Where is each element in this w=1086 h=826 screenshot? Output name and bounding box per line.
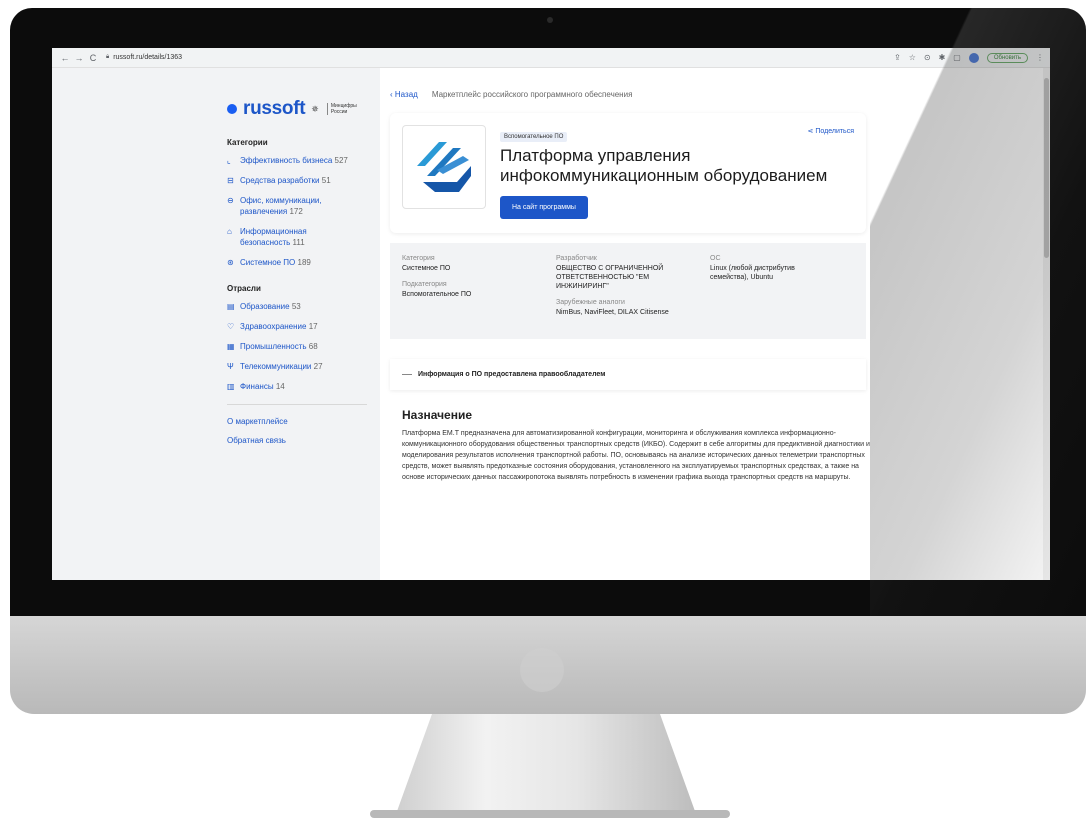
- developer-value: ОБЩЕСТВО С ОГРАНИЧЕННОЙ ОТВЕТСТВЕННОСТЬЮ…: [556, 265, 664, 290]
- stand-base: [370, 810, 730, 818]
- os-label: ОС: [710, 255, 721, 262]
- details-col-category: Категория Системное ПО Подкатегория Вспо…: [402, 255, 542, 325]
- code-window-icon: ⊟: [227, 176, 234, 185]
- category-tag[interactable]: Вспомогательное ПО: [500, 132, 568, 142]
- product-card: Вспомогательное ПО Платформа управления …: [390, 113, 866, 233]
- puzzle-icon[interactable]: ✱: [939, 53, 946, 62]
- address-bar[interactable]: 🔒︎ russoft.ru/details/1363: [106, 54, 182, 61]
- chart-icon: ⌞: [227, 156, 231, 165]
- sidebar-item-finance[interactable]: ▥ Финансы 14: [227, 381, 357, 392]
- sidepanel-icon[interactable]: ▢: [953, 53, 961, 62]
- breadcrumb: ‹ Назад Маркетплейс российского программ…: [390, 90, 1050, 99]
- share-icon: ⋖: [807, 128, 814, 135]
- industries-heading: Отрасли: [227, 284, 261, 293]
- browser-toolbar: ← → C 🔒︎ russoft.ru/details/1363 ⇪ ☆ ⊙ ✱…: [52, 48, 1050, 68]
- sidebar-item-office[interactable]: ⊖ Офис, коммуникации, развлечения 172: [227, 195, 357, 217]
- profile-avatar[interactable]: [968, 52, 979, 63]
- product-info: Вспомогательное ПО Платформа управления …: [500, 125, 840, 219]
- page: russoft ✵ Минцифры России Категории ⌞ Эфф…: [52, 68, 1050, 580]
- back-link[interactable]: ‹ Назад: [390, 90, 418, 99]
- sidebar: russoft ✵ Минцифры России Категории ⌞ Эфф…: [52, 68, 380, 580]
- developer-label: Разработчик: [556, 255, 597, 262]
- scrollbar-thumb[interactable]: [1044, 78, 1049, 258]
- url-text: russoft.ru/details/1363: [113, 54, 183, 61]
- subcategory-value: Вспомогательное ПО: [402, 291, 472, 298]
- extension-icon[interactable]: ⊙: [924, 53, 931, 62]
- lock-icon: 🔒︎: [106, 54, 110, 60]
- sidebar-item-business[interactable]: ⌞ Эффективность бизнеса 527: [227, 155, 357, 166]
- menu-kebab-icon[interactable]: ⋮: [1036, 53, 1044, 62]
- lock-icon: ⌂: [227, 227, 232, 236]
- section-title-purpose: Назначение: [402, 408, 473, 422]
- breadcrumb-marketplace[interactable]: Маркетплейс российского программного обе…: [432, 90, 633, 99]
- details-col-os: ОС Linux (любой дистрибутив семейства), …: [710, 255, 830, 325]
- reload-icon[interactable]: C: [86, 53, 100, 63]
- forward-arrow-icon[interactable]: →: [72, 53, 86, 63]
- sidebar-item-education[interactable]: ▤ Образование 53: [227, 301, 357, 312]
- browser-actions: ⇪ ☆ ⊙ ✱ ▢ Обновить ⋮: [894, 52, 1044, 63]
- camera: [547, 17, 553, 23]
- update-button[interactable]: Обновить: [986, 52, 1028, 63]
- product-details: Категория Системное ПО Подкатегория Вспо…: [390, 243, 866, 339]
- factory-icon: ▦: [227, 342, 235, 351]
- product-logo-icon: [417, 142, 471, 192]
- bookmark-star-icon[interactable]: ☆: [909, 53, 916, 62]
- antenna-icon: Ψ: [227, 362, 234, 371]
- sidebar-item-industry[interactable]: ▦ Промышленность 68: [227, 341, 357, 352]
- about-link[interactable]: О маркетплейсе: [227, 417, 380, 426]
- sidebar-divider: [227, 404, 367, 405]
- screen: ← → C 🔒︎ russoft.ru/details/1363 ⇪ ☆ ⊙ ✱…: [52, 48, 1050, 580]
- apple-logo: [520, 648, 564, 692]
- bank-icon: ▥: [227, 382, 235, 391]
- product-description: Платформа ЕМ.Т предназначена для автомат…: [402, 430, 870, 481]
- feedback-link[interactable]: Обратная связь: [227, 436, 380, 445]
- gear-icon: ⊛: [227, 258, 234, 267]
- product-title: Платформа управления инфокоммуникационны…: [500, 146, 828, 185]
- sidebar-item-telecom[interactable]: Ψ Телекоммуникации 27: [227, 361, 357, 372]
- back-arrow-icon[interactable]: ←: [58, 53, 72, 63]
- analogs-label: Зарубежные аналоги: [556, 299, 625, 306]
- visit-site-button[interactable]: На сайт программы: [500, 196, 588, 219]
- ministry-logo: Минцифры России: [326, 103, 357, 115]
- rightholder-notice[interactable]: Информация о ПО предоставлена правооблад…: [390, 359, 866, 390]
- os-value: Linux (любой дистрибутив семейства), Ubu…: [710, 265, 795, 281]
- sidebar-item-healthcare[interactable]: ♡ Здравоохранение 17: [227, 321, 357, 332]
- analogs-value: NimBus, NaviFleet, DILAX Citisense: [556, 309, 669, 316]
- category-value: Системное ПО: [402, 265, 451, 272]
- book-icon: ▤: [227, 302, 235, 311]
- category-label: Категория: [402, 255, 435, 262]
- share-page-icon[interactable]: ⇪: [894, 53, 901, 62]
- logo-dot-icon: [227, 104, 237, 114]
- logo-row[interactable]: russoft ✵ Минцифры России: [227, 98, 380, 120]
- emblem-icon: ✵: [311, 103, 319, 114]
- sidebar-item-system[interactable]: ⊛ Системное ПО 189: [227, 257, 357, 268]
- monitor-stand: [396, 714, 696, 814]
- main-content: ‹ Назад Маркетплейс российского программ…: [380, 68, 1050, 580]
- sidebar-item-dev-tools[interactable]: ⊟ Средства разработки 51: [227, 175, 357, 186]
- subcategory-label: Подкатегория: [402, 281, 447, 288]
- sidebar-item-security[interactable]: ⌂ Информационная безопасность 111: [227, 226, 357, 248]
- share-button[interactable]: ⋖ Поделиться: [808, 127, 854, 135]
- heart-icon: ♡: [227, 322, 235, 331]
- briefcase-icon: ⊖: [227, 196, 234, 205]
- site-logo: russoft: [243, 98, 306, 119]
- product-logo: [402, 125, 486, 209]
- categories-heading: Категории: [227, 138, 268, 147]
- details-col-developer: Разработчик ОБЩЕСТВО С ОГРАНИЧЕННОЙ ОТВЕ…: [556, 255, 696, 325]
- dash-icon: [402, 374, 412, 375]
